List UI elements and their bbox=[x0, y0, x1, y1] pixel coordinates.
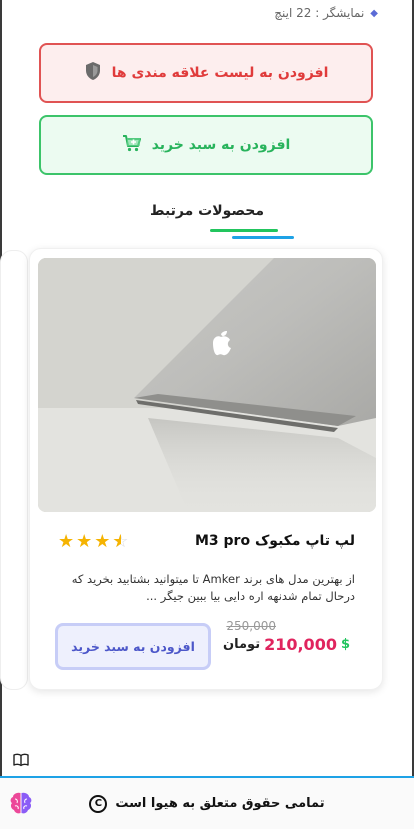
current-price: 210,000 bbox=[264, 635, 337, 654]
related-products-title: محصولات مرتبط bbox=[149, 203, 265, 219]
product-image[interactable] bbox=[38, 258, 376, 512]
dollar-icon: $ bbox=[340, 637, 350, 652]
product-card[interactable]: لپ تاپ مکبوک M3 pro ★ ★ ★ ☆ از بهترین مد… bbox=[29, 248, 383, 690]
star-icon: ★ bbox=[94, 531, 111, 552]
star-icon: ★ bbox=[76, 531, 93, 552]
currency-label: تومان bbox=[223, 637, 261, 652]
half-star-icon: ☆ bbox=[112, 531, 128, 552]
card-add-to-cart-button[interactable]: افزودن به سبد خرید bbox=[55, 623, 211, 670]
copyright-icon: C bbox=[89, 794, 108, 813]
book-icon[interactable] bbox=[13, 752, 29, 768]
brain-icon[interactable] bbox=[8, 790, 34, 816]
rating-stars: ★ ★ ★ ☆ bbox=[58, 531, 129, 552]
product-title[interactable]: لپ تاپ مکبوک M3 pro bbox=[195, 533, 355, 549]
product-description: از بهترین مدل های برند Amker تا میتوانید… bbox=[71, 572, 355, 603]
current-price-row: $ 210,000 تومان bbox=[223, 635, 352, 654]
previous-product-card[interactable] bbox=[0, 250, 28, 690]
cart-plus-icon bbox=[122, 133, 142, 157]
spec-item: ◆ نمایشگر : 22 اینچ bbox=[274, 6, 378, 20]
add-to-cart-button[interactable]: افزودن به سبد خرید bbox=[39, 115, 373, 175]
wishlist-label: افزودن به لیست علاقه مندی ها bbox=[111, 65, 329, 81]
title-underline-blue bbox=[232, 236, 294, 239]
footer: تمامی حقوق متعلق به هیوا است C bbox=[0, 776, 414, 829]
spec-label: نمایشگر : 22 اینچ bbox=[274, 6, 365, 20]
diamond-bullet-icon: ◆ bbox=[370, 7, 378, 19]
footer-text: تمامی حقوق متعلق به هیوا است bbox=[115, 796, 325, 811]
old-price: 250,000 bbox=[226, 619, 276, 633]
shield-icon bbox=[84, 61, 102, 85]
title-underline-green bbox=[210, 229, 278, 232]
add-to-cart-label: افزودن به سبد خرید bbox=[151, 137, 291, 153]
price-block: 250,000 $ 210,000 تومان bbox=[212, 619, 352, 669]
add-to-wishlist-button[interactable]: افزودن به لیست علاقه مندی ها bbox=[39, 43, 373, 103]
star-icon: ★ bbox=[58, 531, 75, 552]
